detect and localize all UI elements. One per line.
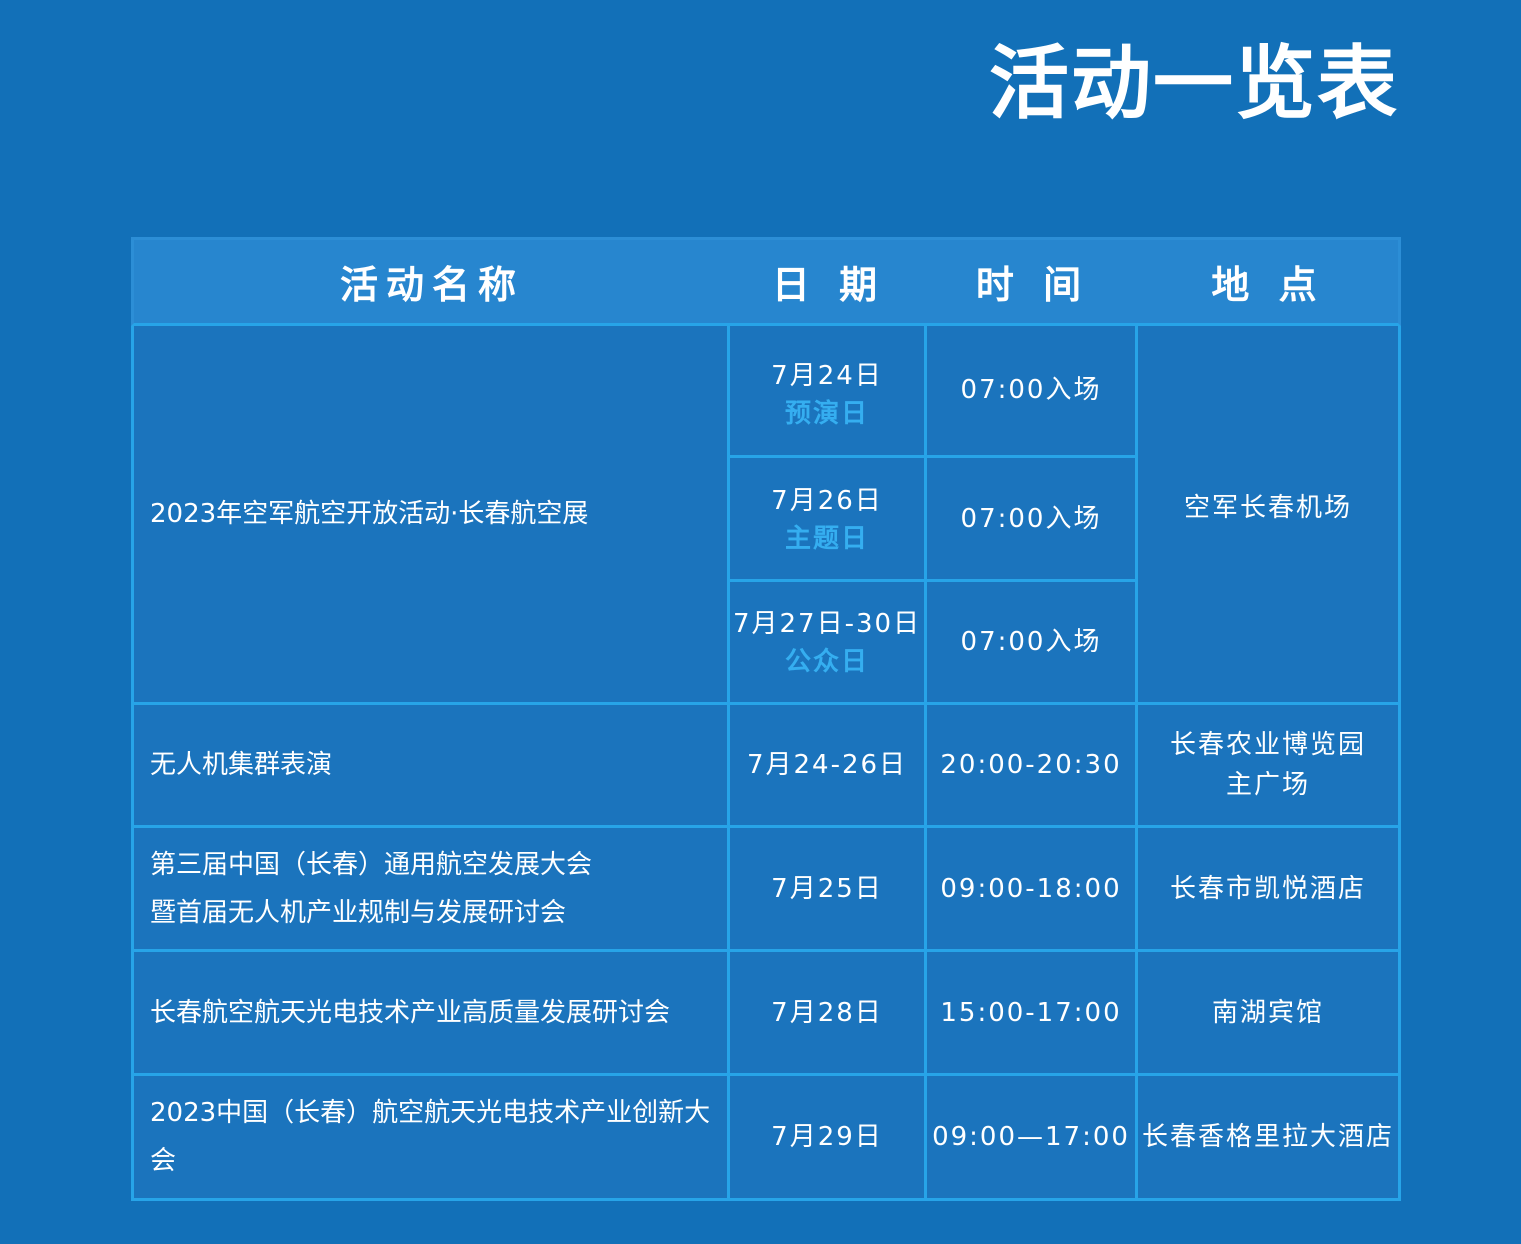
airshow-name-cell: 2023年空军航空开放活动·长春航空展 — [131, 326, 730, 705]
airshow-session-time-cell: 07:00入场 — [927, 582, 1138, 705]
activity-location-cell: 长春农业博览园 主广场 — [1138, 705, 1401, 828]
activity-name-cell: 第三届中国（长春）通用航空发展大会 暨首届无人机产业规制与发展研讨会 — [131, 828, 730, 952]
airshow-location: 空军长春机场 — [1183, 493, 1352, 523]
header-location: 地 点 — [1138, 237, 1401, 326]
activity-location-line: 长春市凯悦酒店 — [1169, 873, 1366, 904]
airshow-session-time: 07:00入场 — [960, 374, 1102, 405]
airshow-session-date: 7月24日 — [771, 360, 883, 391]
activity-time-cell: 09:00-18:00 — [927, 828, 1138, 952]
activity-date: 7月29日 — [771, 1122, 883, 1152]
airshow-session-date-cell: 7月27日-30日 公众日 — [730, 582, 927, 705]
activity-time-cell: 20:00-20:30 — [927, 705, 1138, 828]
header-date: 日 期 — [730, 237, 927, 326]
airshow-session-time-cell: 07:00入场 — [927, 326, 1138, 458]
activity-name-line: 第三届中国（长春）通用航空发展大会 — [150, 849, 593, 880]
activity-name-cell: 无人机集群表演 — [131, 705, 730, 828]
activity-location-line: 长春香格里拉大酒店 — [1141, 1122, 1394, 1152]
activity-location-cell: 长春香格里拉大酒店 — [1138, 1076, 1401, 1201]
airshow-session-label: 公众日 — [784, 647, 869, 677]
activity-name-line: 暨首届无人机产业规制与发展研讨会 — [150, 897, 567, 928]
airshow-name: 2023年空军航空开放活动·长春航空展 — [150, 499, 589, 529]
activity-date-cell: 7月29日 — [730, 1076, 927, 1201]
airshow-session-date-cell: 7月24日 预演日 — [730, 326, 927, 458]
airshow-session-time: 07:00入场 — [960, 627, 1102, 657]
airshow-session-label: 预演日 — [784, 398, 869, 429]
activity-time: 15:00-17:00 — [940, 997, 1122, 1028]
activity-name-line: 无人机集群表演 — [150, 750, 333, 780]
airshow-session-label: 主题日 — [784, 523, 869, 554]
header-activity-name: 活动名称 — [131, 237, 730, 326]
page-title: 活动一览表 — [989, 37, 1399, 130]
airshow-session-date: 7月27日-30日 — [732, 609, 922, 639]
activity-date: 7月28日 — [771, 997, 883, 1028]
activity-location-line: 长春农业博览园 — [1169, 730, 1366, 760]
activity-time: 20:00-20:30 — [940, 750, 1122, 780]
airshow-session-date-cell: 7月26日 主题日 — [730, 458, 927, 582]
activity-time-cell: 09:00—17:00 — [927, 1076, 1138, 1201]
airshow-location-cell: 空军长春机场 — [1138, 326, 1401, 705]
activity-location-cell: 长春市凯悦酒店 — [1138, 828, 1401, 952]
activity-location-line: 主广场 — [1225, 770, 1310, 800]
airshow-session-time: 07:00入场 — [960, 503, 1102, 534]
airshow-session-date: 7月26日 — [771, 485, 883, 516]
activity-name-cell: 长春航空航天光电技术产业高质量发展研讨会 — [131, 952, 730, 1076]
activity-date: 7月25日 — [771, 873, 883, 904]
activity-name-cell: 2023中国（长春）航空航天光电技术产业创新大会 — [131, 1076, 730, 1201]
activity-name-line: 2023中国（长春）航空航天光电技术产业创新大会 — [150, 1098, 711, 1176]
activity-time: 09:00-18:00 — [940, 873, 1122, 904]
activity-date-cell: 7月24-26日 — [730, 705, 927, 828]
activity-date: 7月24-26日 — [746, 750, 908, 780]
header-time: 时 间 — [927, 237, 1138, 326]
activity-time: 09:00—17:00 — [932, 1122, 1130, 1152]
activity-table: 活动名称 日 期 时 间 地 点 2023年空军航空开放活动·长春航空展 7月2… — [131, 237, 1401, 1201]
activity-date-cell: 7月28日 — [730, 952, 927, 1076]
activity-date-cell: 7月25日 — [730, 828, 927, 952]
airshow-session-time-cell: 07:00入场 — [927, 458, 1138, 582]
activity-time-cell: 15:00-17:00 — [927, 952, 1138, 1076]
activity-name-line: 长春航空航天光电技术产业高质量发展研讨会 — [150, 997, 671, 1028]
activity-location-cell: 南湖宾馆 — [1138, 952, 1401, 1076]
activity-location-line: 南湖宾馆 — [1211, 997, 1324, 1028]
